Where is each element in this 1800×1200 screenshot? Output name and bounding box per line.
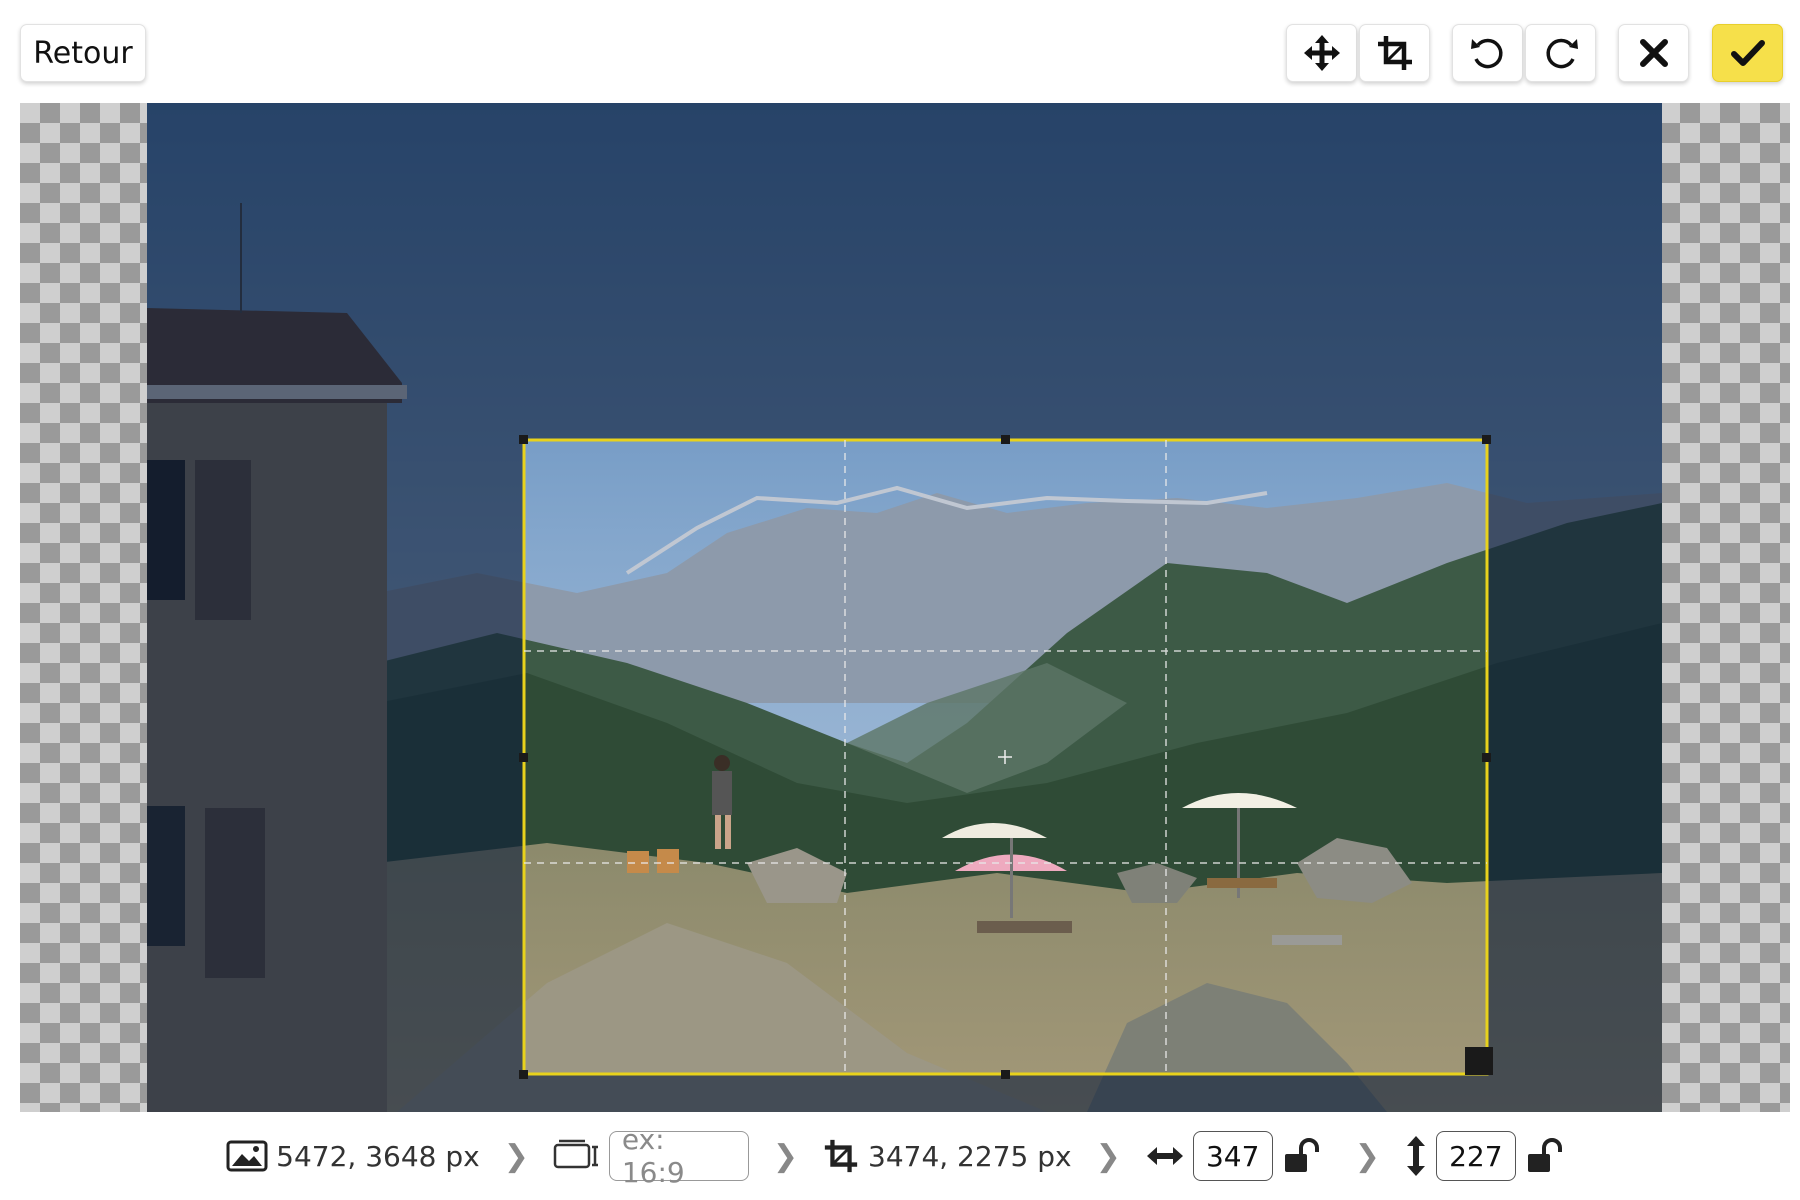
crop-size-text: 3474, 2275 px: [868, 1139, 1072, 1173]
confirm-button[interactable]: [1712, 24, 1783, 82]
vertical-arrows-icon: [1406, 1136, 1425, 1176]
ratio-segment: ex: 16:9: [553, 1123, 749, 1189]
rotate-left-button[interactable]: [1452, 24, 1523, 82]
rotate-right-button[interactable]: [1525, 24, 1596, 82]
editor-canvas[interactable]: [20, 103, 1790, 1112]
rotate-right-icon: [1545, 38, 1578, 69]
height-segment: 227: [1404, 1131, 1574, 1181]
image-icon: [226, 1140, 268, 1172]
crop-button[interactable]: [1359, 24, 1430, 82]
horizontal-arrows-icon: [1146, 1147, 1183, 1165]
rotate-left-icon: [1470, 38, 1503, 69]
chevron-right-icon: ❯: [503, 1138, 529, 1174]
status-bar: 5472, 3648 px ❯ ex: 16:9 ❯ 3474, 2275 px…: [0, 1120, 1800, 1192]
back-button[interactable]: Retour: [20, 24, 146, 82]
unlock-icon[interactable]: [1283, 1138, 1323, 1174]
chevron-right-icon: ❯: [772, 1138, 798, 1174]
height-input[interactable]: 227: [1435, 1131, 1516, 1181]
width-input[interactable]: 347: [1192, 1131, 1273, 1181]
chevron-right-icon: ❯: [1354, 1138, 1380, 1174]
width-segment: 347: [1145, 1131, 1331, 1181]
move-icon: [1303, 35, 1340, 71]
aspect-ratio-icon: [553, 1139, 598, 1169]
photo: [147, 103, 1662, 1112]
check-icon: [1730, 40, 1765, 66]
unlock-icon[interactable]: [1526, 1138, 1566, 1174]
image-size-segment: 5472, 3648 px: [226, 1140, 480, 1173]
image-size-text: 5472, 3648 px: [276, 1139, 480, 1173]
crop-size-segment: 3474, 2275 px: [822, 1137, 1072, 1175]
ratio-input[interactable]: ex: 16:9: [608, 1123, 749, 1189]
crop-icon: [824, 1139, 858, 1173]
crop-icon: [1377, 36, 1412, 70]
move-button[interactable]: [1286, 24, 1357, 82]
close-icon: [1639, 39, 1668, 67]
chevron-right-icon: ❯: [1095, 1138, 1121, 1174]
cancel-button[interactable]: [1618, 24, 1689, 82]
